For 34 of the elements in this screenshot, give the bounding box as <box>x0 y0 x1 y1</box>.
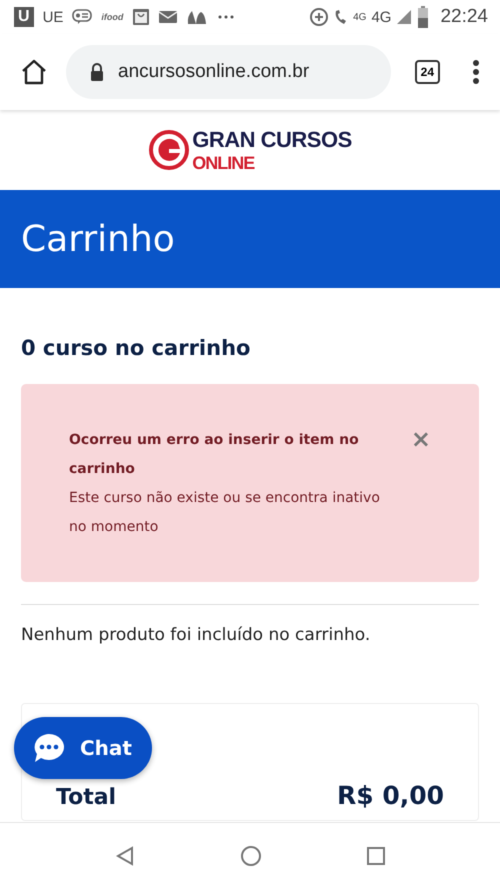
back-icon[interactable] <box>114 845 136 867</box>
data-saver-icon <box>309 7 330 27</box>
chat-button[interactable]: Chat <box>14 717 152 779</box>
empty-cart-message: Nenhum produto foi incluído no carrinho. <box>21 625 372 645</box>
address-bar[interactable]: ancursosonline.com.br <box>66 45 391 99</box>
ifood-label: ifood <box>101 12 124 22</box>
total-label: Total <box>56 785 116 810</box>
lock-icon <box>90 63 104 81</box>
url-text: ancursosonline.com.br <box>118 61 310 83</box>
cart-count: 0 curso no carrinho <box>21 336 252 360</box>
logo-icon <box>148 129 190 171</box>
page-title: Carrinho <box>21 218 175 260</box>
network-label: 4G <box>353 12 366 23</box>
battery-icon <box>417 6 430 28</box>
alert-title: Ocorreu um erro ao inserir o item no carrinho <box>69 431 360 479</box>
tab-count-button[interactable]: 24 <box>414 60 440 84</box>
logo-text: GRAN CURSOS <box>192 126 352 152</box>
chat-icon <box>32 732 66 764</box>
phone-icon <box>334 9 348 25</box>
alert-message: Este curso não existe ou se encontra inativo no momento <box>69 489 381 537</box>
more-icon <box>217 14 236 20</box>
mail-icon <box>159 10 178 24</box>
signal-icon <box>396 9 412 25</box>
carrier-label: UE <box>42 8 64 26</box>
home-icon[interactable] <box>20 58 48 86</box>
menu-icon[interactable] <box>472 59 480 85</box>
total-value: R$ 0,00 <box>336 781 444 810</box>
app-badge: U <box>14 7 34 27</box>
network-label: 4G <box>371 8 392 26</box>
message-icon <box>72 9 92 25</box>
bag-icon <box>132 8 150 26</box>
logo-text: ONLINE <box>192 152 256 174</box>
clock: 22:24 <box>440 6 488 28</box>
recents-icon[interactable] <box>366 846 386 866</box>
